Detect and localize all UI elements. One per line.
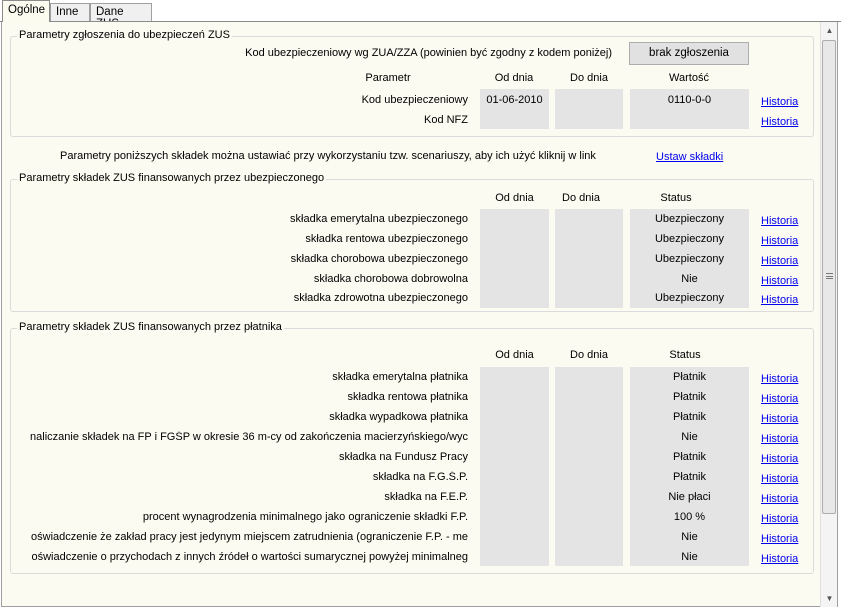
skladka-label: składka zdrowotna ubezpieczonego <box>293 292 468 304</box>
historia-link[interactable]: Historia <box>761 413 798 425</box>
status-value: Nie <box>681 431 698 443</box>
historia-link[interactable]: Historia <box>761 533 798 545</box>
skladka-label: procent wynagrodzenia minimalnego jako o… <box>142 511 468 523</box>
skladka-label: składka wypadkowa płatnika <box>329 411 468 423</box>
status-value: Nie <box>681 273 698 285</box>
historia-link[interactable]: Historia <box>761 493 798 505</box>
status-value: Nie <box>681 551 698 563</box>
skladka-label: składka rentowa płatnika <box>347 391 468 403</box>
skladka-label: składka chorobowa ubezpieczonego <box>290 253 468 265</box>
brak-zgloszenia-button[interactable]: brak zgłoszenia <box>629 42 749 65</box>
kod-nfz-label: Kod NFZ <box>423 114 468 126</box>
status-value: Płatnik <box>672 451 707 463</box>
scrollbar-thumb[interactable] <box>822 40 836 514</box>
grip-icon <box>826 273 833 279</box>
status-value: Płatnik <box>672 471 707 483</box>
scroll-up-arrow-icon[interactable]: ▲ <box>821 22 838 39</box>
status-value: Ubezpieczony <box>654 292 725 304</box>
status-value: Płatnik <box>672 411 707 423</box>
kod-zua-label: Kod ubezpieczeniowy wg ZUA/ZZA (powinien… <box>245 47 612 59</box>
skladka-label: składka na F.E.P. <box>384 491 468 503</box>
historia-link[interactable]: Historia <box>761 373 798 385</box>
skladka-label: składka chorobowa dobrowolna <box>313 273 468 285</box>
historia-link[interactable]: Historia <box>761 294 798 306</box>
historia-link[interactable]: Historia <box>761 116 798 128</box>
od-dnia-column[interactable] <box>480 367 549 566</box>
status-value: Ubezpieczony <box>654 253 725 265</box>
historia-link[interactable]: Historia <box>761 513 798 525</box>
kod-ubezp-od-value: 01-06-2010 <box>486 94 543 106</box>
header-od-dnia: Od dnia <box>494 72 534 84</box>
od-dnia-column[interactable] <box>480 209 549 308</box>
zgloszenie-legend: Parametry zgłoszenia do ubezpieczeń ZUS <box>17 29 232 41</box>
ustaw-skladki-link[interactable]: Ustaw składki <box>656 151 723 163</box>
ubezpieczony-legend: Parametry składek ZUS finansowanych prze… <box>17 172 327 184</box>
header-do-dnia: Do dnia <box>570 72 608 84</box>
tab-inne[interactable]: Inne <box>50 3 90 22</box>
status-value: Nie <box>681 531 698 543</box>
vertical-scrollbar[interactable]: ▲ ▼ <box>820 22 837 607</box>
skladka-label: oświadczenie o przychodach z innych źród… <box>31 551 468 563</box>
historia-link[interactable]: Historia <box>761 235 798 247</box>
do-dnia-column[interactable] <box>555 367 623 566</box>
kod-ubezpieczeniowy-label: Kod ubezpieczeniowy <box>361 94 468 106</box>
skladka-label: składka rentowa ubezpieczonego <box>305 233 468 245</box>
skladka-label: oświadczenie że zakład pracy jest jedyny… <box>31 531 468 543</box>
header-do-dnia: Do dnia <box>562 192 600 204</box>
tab-strip: Ogólne Inne Dane ZUS <box>0 0 841 30</box>
header-status: Status <box>669 349 701 361</box>
status-value: Ubezpieczony <box>654 213 725 225</box>
historia-link[interactable]: Historia <box>761 215 798 227</box>
historia-link[interactable]: Historia <box>761 255 798 267</box>
skladka-label: składka na Fundusz Pracy <box>338 451 468 463</box>
header-parametr: Parametr <box>365 72 411 84</box>
status-value: Nie płaci <box>668 491 711 503</box>
skladka-label: składka emerytalna ubezpieczonego <box>290 213 468 225</box>
status-value: Płatnik <box>672 371 707 383</box>
header-od-dnia: Od dnia <box>495 349 534 361</box>
header-status: Status <box>660 192 692 204</box>
status-value: Płatnik <box>672 391 707 403</box>
status-value: 100 % <box>673 511 706 523</box>
do-dnia-column[interactable] <box>555 209 623 308</box>
tab-ogolne[interactable]: Ogólne <box>2 0 50 22</box>
historia-link[interactable]: Historia <box>761 553 798 565</box>
platnik-legend: Parametry składek ZUS finansowanych prze… <box>17 321 284 333</box>
historia-link[interactable]: Historia <box>761 96 798 108</box>
status-value: Ubezpieczony <box>654 233 725 245</box>
skladka-label: naliczanie składek na FP i FGŚP w okresi… <box>30 431 468 443</box>
tab-dane-zus[interactable]: Dane ZUS <box>90 3 152 30</box>
kod-ubezp-value: 0110-0-0 <box>667 94 712 106</box>
historia-link[interactable]: Historia <box>761 433 798 445</box>
scenariusze-info: Parametry poniższych składek można ustaw… <box>60 150 596 162</box>
historia-link[interactable]: Historia <box>761 453 798 465</box>
skladka-label: składka emerytalna płatnika <box>332 371 468 383</box>
header-do-dnia: Do dnia <box>570 349 608 361</box>
scroll-down-arrow-icon[interactable]: ▼ <box>821 590 838 607</box>
do-dnia-field[interactable] <box>555 89 623 129</box>
header-od-dnia: Od dnia <box>495 192 534 204</box>
historia-link[interactable]: Historia <box>761 275 798 287</box>
historia-link[interactable]: Historia <box>761 393 798 405</box>
header-wartosc: Wartość <box>669 72 709 84</box>
historia-link[interactable]: Historia <box>761 473 798 485</box>
skladka-label: składka na F.G.Ś.P. <box>372 471 468 483</box>
